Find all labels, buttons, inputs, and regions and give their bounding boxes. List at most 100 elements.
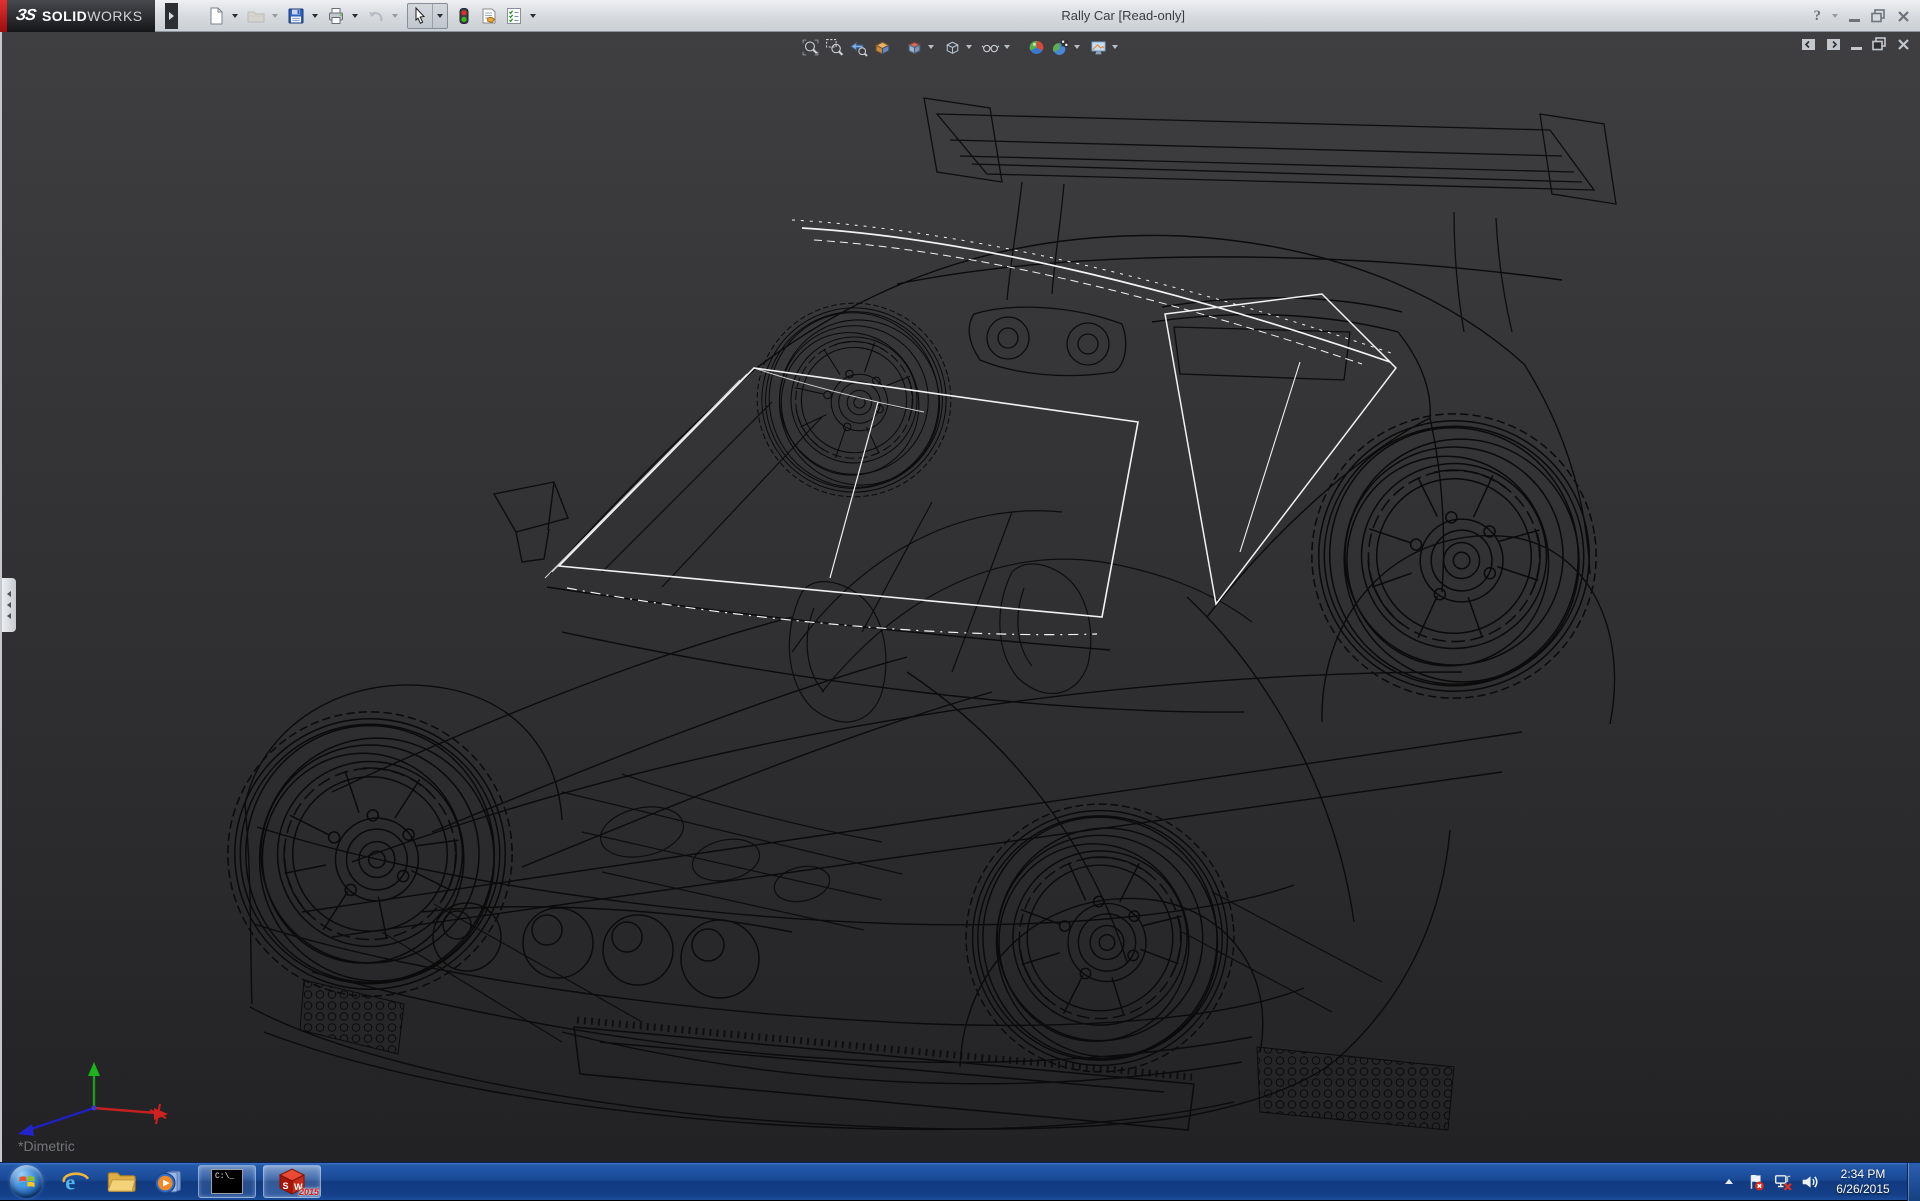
media-player-icon <box>154 1169 183 1195</box>
minimize-icon <box>1849 19 1860 22</box>
pane-left-icon <box>1801 38 1816 51</box>
edit-appearance-button[interactable] <box>1024 35 1048 59</box>
display-style-dropdown[interactable] <box>966 45 972 49</box>
expand-right-pane-button[interactable] <box>1826 38 1841 51</box>
feature-pane-collapse-tab[interactable] <box>2 578 16 632</box>
restore-document-button[interactable] <box>1872 37 1887 51</box>
undo-dropdown[interactable] <box>392 14 398 18</box>
print-icon <box>326 6 346 26</box>
show-desktop-button[interactable] <box>1907 1163 1920 1201</box>
select-dropdown[interactable] <box>437 14 443 18</box>
help-button[interactable]: ? <box>1814 8 1822 25</box>
restore-button[interactable] <box>1871 9 1886 23</box>
command-prompt-icon: C:\_ <box>211 1169 243 1194</box>
main-toolbar <box>204 3 541 29</box>
display-style-icon <box>943 38 962 57</box>
file-properties-button[interactable] <box>477 3 501 29</box>
rebuild-trafficlight-icon <box>454 6 474 26</box>
view-orientation-dropdown[interactable] <box>928 45 934 49</box>
options-dropdown[interactable] <box>530 14 536 18</box>
zoom-to-fit-button[interactable] <box>798 35 822 59</box>
previous-view-icon <box>849 38 868 57</box>
network-status-button[interactable] <box>1774 1173 1792 1191</box>
file-properties-icon <box>479 6 499 26</box>
edit-appearance-icon <box>1027 38 1046 57</box>
folder-icon <box>107 1169 137 1194</box>
up-arrow-icon <box>1725 1179 1733 1184</box>
collapse-arrow-icon <box>7 602 11 608</box>
open-folder-icon <box>246 6 266 26</box>
graphics-viewport[interactable]: *Dimetric <box>0 32 1920 1162</box>
hide-show-items-icon <box>981 38 1000 57</box>
view-orientation-button[interactable] <box>902 35 926 59</box>
open-button[interactable] <box>244 3 268 29</box>
select-divider <box>432 4 433 28</box>
rally-car-wireframe <box>2 32 1920 1162</box>
display-style-button[interactable] <box>940 35 964 59</box>
taskbar-media-player[interactable] <box>145 1164 191 1200</box>
close-icon <box>1897 10 1910 23</box>
hide-show-items-dropdown[interactable] <box>1004 45 1010 49</box>
document-window-controls <box>1801 37 1910 51</box>
save-floppy-icon <box>286 6 306 26</box>
solidworks-logo: ЗS SOLIDWORKS <box>0 0 155 32</box>
solidworks-glyph-icon: ЗS <box>14 7 36 25</box>
select-tool-group <box>407 3 448 29</box>
hide-show-items-button[interactable] <box>978 35 1002 59</box>
select-tool-button[interactable] <box>408 3 432 29</box>
headsup-view-toolbar <box>798 35 1124 59</box>
start-button[interactable] <box>10 1165 43 1198</box>
apply-scene-button[interactable] <box>1048 35 1072 59</box>
undo-button[interactable] <box>364 3 388 29</box>
taskbar-windows-explorer[interactable] <box>99 1164 145 1200</box>
flyout-arrow-icon <box>169 12 174 20</box>
taskbar-solidworks[interactable]: S W 2015 <box>263 1165 321 1198</box>
z-axis-arrow <box>18 1124 34 1136</box>
minimize-button[interactable] <box>1849 11 1860 22</box>
restore-document-icon <box>1872 37 1887 51</box>
apply-scene-dropdown[interactable] <box>1074 45 1080 49</box>
print-button[interactable] <box>324 3 348 29</box>
save-dropdown[interactable] <box>312 14 318 18</box>
collapse-arrow-icon <box>7 591 11 597</box>
section-view-button[interactable] <box>870 35 894 59</box>
save-button[interactable] <box>284 3 308 29</box>
view-orientation-icon <box>905 38 924 57</box>
close-document-button[interactable] <box>1897 38 1910 51</box>
action-center-button[interactable] <box>1747 1173 1765 1191</box>
select-cursor-icon <box>410 6 430 26</box>
new-document-button[interactable] <box>204 3 228 29</box>
network-error-icon <box>1774 1173 1792 1191</box>
close-button[interactable] <box>1897 10 1910 23</box>
apply-scene-icon <box>1051 38 1070 57</box>
window-controls: ? <box>1814 0 1911 32</box>
zoom-to-area-icon <box>825 38 844 57</box>
options-button[interactable] <box>502 3 526 29</box>
undo-arrow-icon <box>366 6 386 26</box>
rebuild-button[interactable] <box>452 3 476 29</box>
volume-button[interactable] <box>1801 1173 1819 1191</box>
sw-2015-badge: 2015 <box>299 1187 319 1197</box>
previous-view-button[interactable] <box>846 35 870 59</box>
taskbar-command-prompt[interactable]: C:\_ <box>198 1165 256 1198</box>
options-checklist-icon <box>504 6 524 26</box>
show-hidden-icons-button[interactable] <box>1720 1173 1738 1191</box>
menu-flyout-button[interactable] <box>165 3 178 29</box>
view-settings-button[interactable] <box>1086 35 1110 59</box>
taskbar-internet-explorer[interactable]: e <box>53 1164 99 1200</box>
print-dropdown[interactable] <box>352 14 358 18</box>
sw-letter-s: S <box>283 1181 289 1191</box>
taskbar-clock[interactable]: 2:34 PM 6/26/2015 <box>1832 1167 1894 1197</box>
logo-red-accent <box>0 0 7 32</box>
action-center-flag-icon <box>1747 1173 1765 1191</box>
view-settings-dropdown[interactable] <box>1112 45 1118 49</box>
pane-right-icon <box>1826 38 1841 51</box>
titlebar: ЗS SOLIDWORKS <box>0 0 1920 32</box>
minimize-document-button[interactable] <box>1851 39 1862 50</box>
open-dropdown[interactable] <box>272 14 278 18</box>
collapse-arrow-icon <box>7 613 11 619</box>
zoom-to-area-button[interactable] <box>822 35 846 59</box>
collapse-left-pane-button[interactable] <box>1801 38 1816 51</box>
new-dropdown[interactable] <box>232 14 238 18</box>
help-dropdown[interactable] <box>1832 14 1838 18</box>
